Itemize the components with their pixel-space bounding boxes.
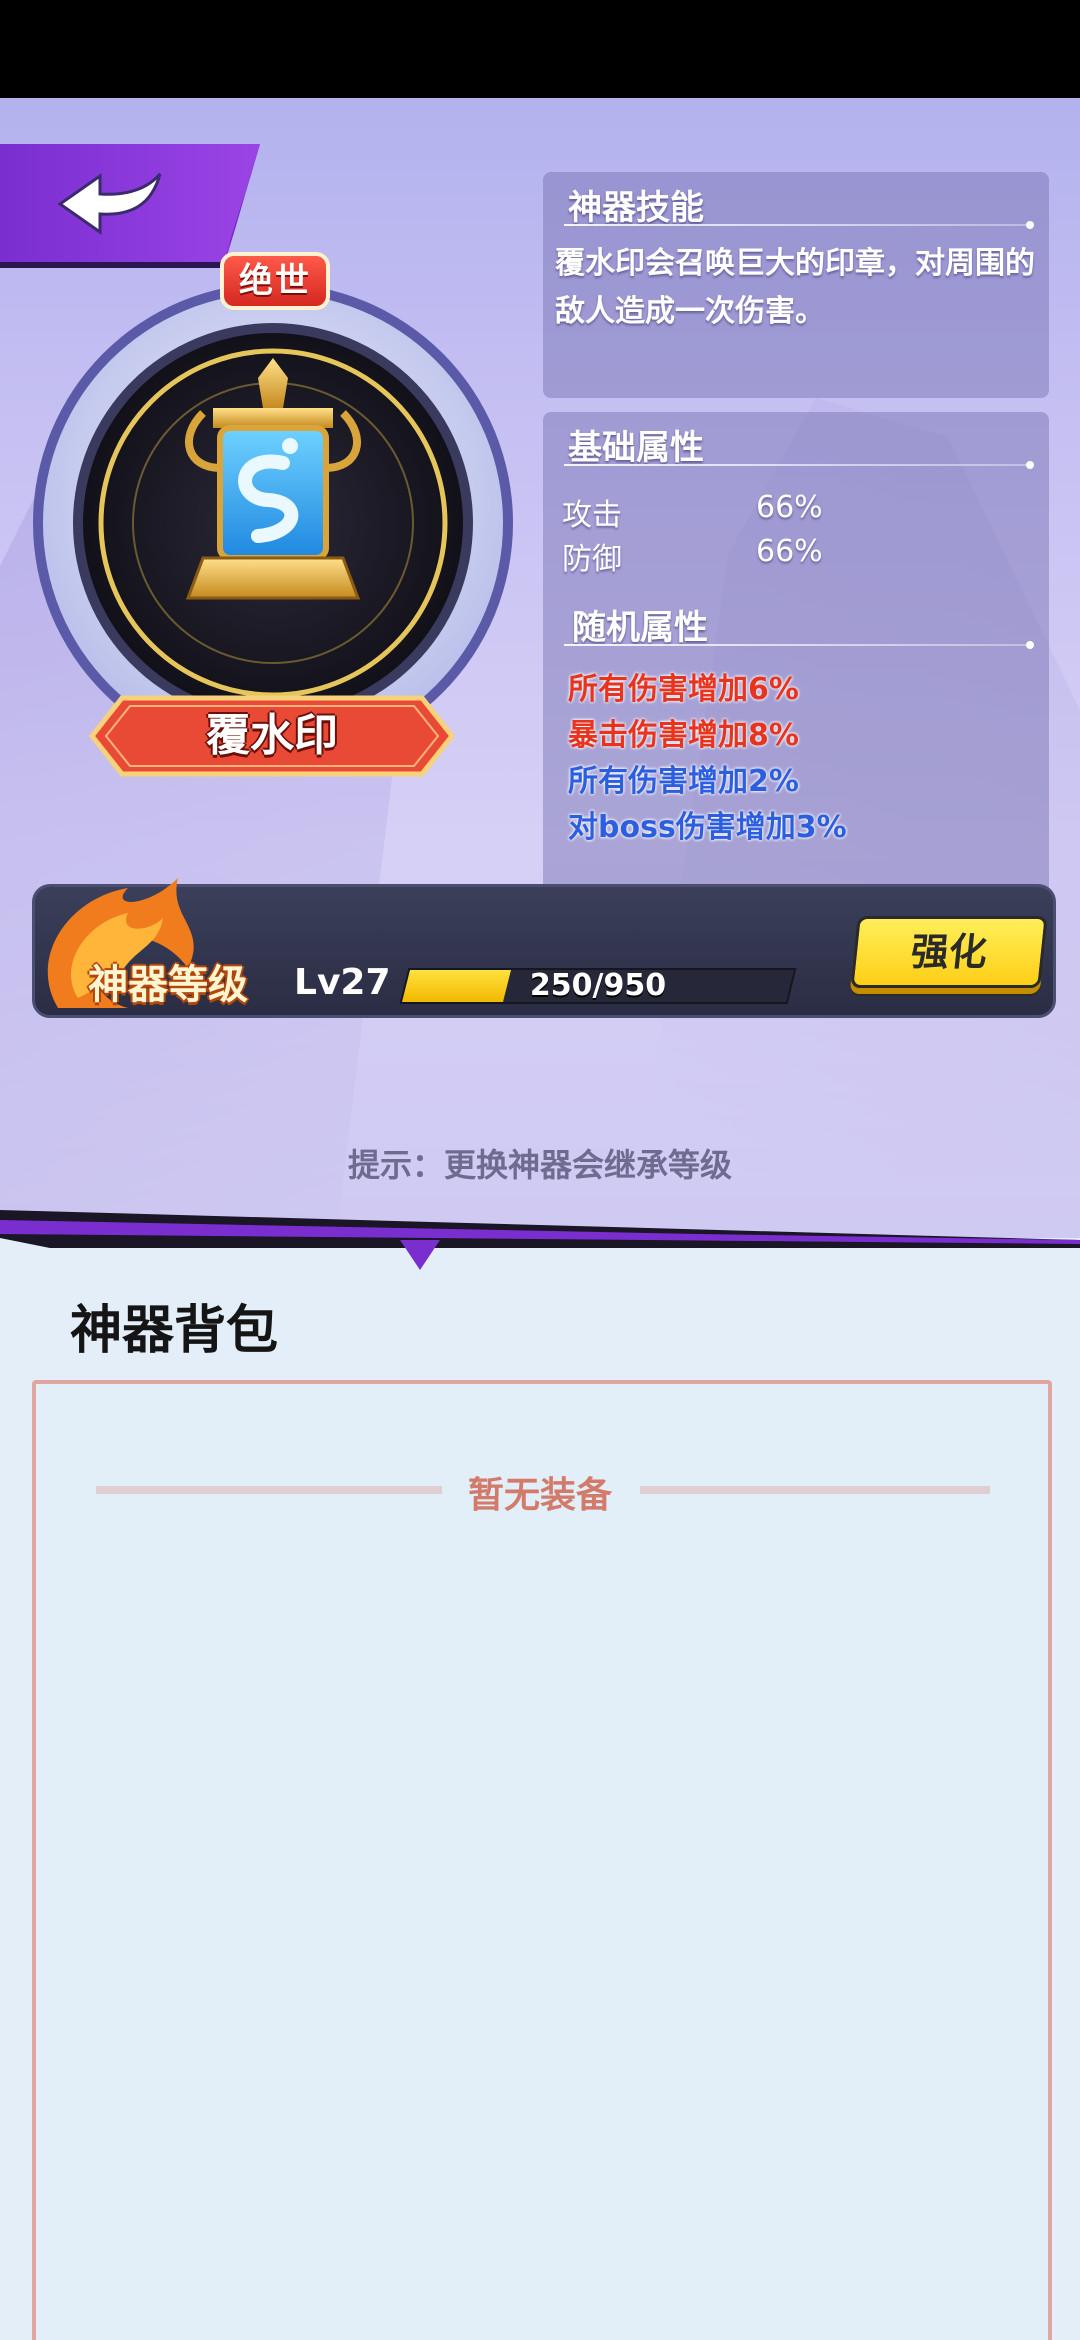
status-bar	[0, 0, 1080, 98]
divider-line	[564, 464, 1030, 466]
random-attribute-line: 对boss伤害增加3%	[568, 810, 847, 845]
random-attribute-line: 所有伤害增加2%	[568, 764, 799, 799]
level-value: Lv27	[294, 962, 391, 1003]
section-divider	[0, 1210, 1080, 1270]
upgrade-button[interactable]: 强化	[850, 916, 1048, 988]
artifact-name: 覆水印	[206, 710, 338, 761]
stat-value-defense: 66%	[756, 534, 823, 569]
back-button[interactable]	[0, 144, 260, 268]
base-attributes-title: 基础属性	[568, 428, 704, 468]
level-title: 神器等级	[88, 962, 248, 1008]
random-attributes-title: 随机属性	[572, 608, 708, 648]
divider-line	[564, 224, 1030, 226]
stat-label-defense: 防御	[562, 542, 622, 577]
skill-description: 覆水印会召唤巨大的印章，对周围的敌人造成一次伤害。	[555, 246, 1035, 329]
divider-line	[564, 644, 1030, 646]
skill-title: 神器技能	[568, 188, 704, 228]
stat-label-attack: 攻击	[562, 498, 622, 533]
random-attribute-line: 暴击伤害增加8%	[568, 718, 799, 753]
bag-title: 神器背包	[70, 1301, 279, 1361]
hint-text: 提示：更换神器会继承等级	[347, 1146, 732, 1184]
bag-frame	[32, 1380, 1052, 2340]
random-attribute-line: 所有伤害增加6%	[568, 672, 799, 707]
back-arrow-icon	[57, 172, 162, 235]
rarity-badge: 绝世	[220, 252, 330, 310]
stat-value-attack: 66%	[756, 490, 823, 525]
xp-text: 250/950	[529, 968, 667, 1003]
empty-bag-text: 暂无装备	[467, 1475, 612, 1516]
